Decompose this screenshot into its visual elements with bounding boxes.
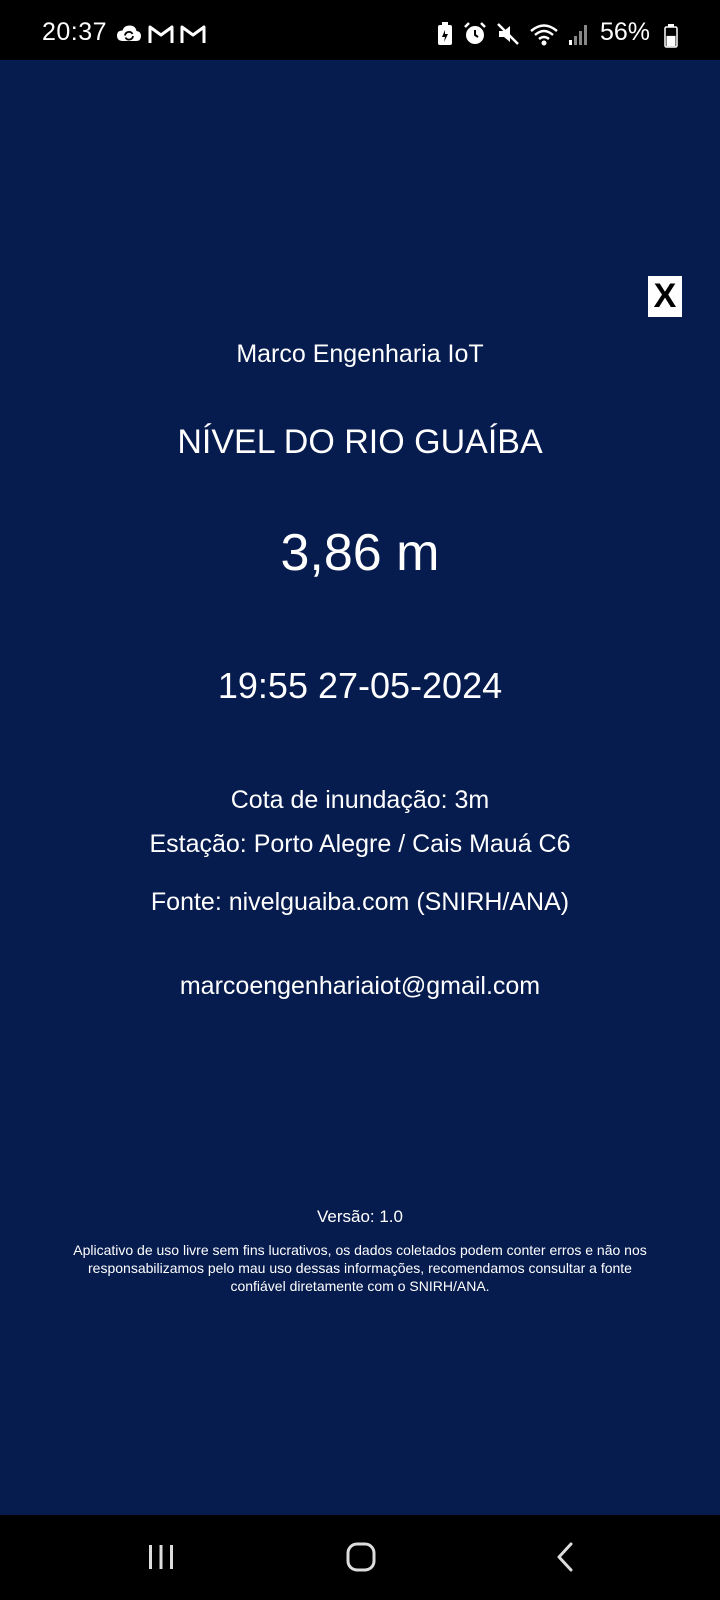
- home-button[interactable]: [331, 1537, 391, 1577]
- reading-datetime: 19:55 27-05-2024: [217, 665, 503, 706]
- recent-apps-button[interactable]: [131, 1537, 191, 1577]
- home-icon: [346, 1542, 376, 1572]
- status-notification-icons: [116, 24, 206, 44]
- signal-icon: [569, 25, 587, 45]
- battery-icon: [664, 24, 678, 48]
- battery-percent: 56%: [600, 18, 651, 46]
- contact-email-link[interactable]: marcoengenhariaiot@gmail.com: [0, 970, 720, 1002]
- status-time: 20:37: [42, 18, 108, 46]
- cloud-sync-icon: [117, 25, 141, 41]
- status-system-icons: [436, 22, 590, 46]
- main-panel: X Marco Engenharia IoT NÍVEL DO RIO GUAÍ…: [0, 60, 720, 1515]
- back-button[interactable]: [535, 1537, 595, 1577]
- mute-icon: [497, 23, 519, 45]
- close-button[interactable]: X: [648, 276, 682, 317]
- company-name: Marco Engenharia IoT: [236, 340, 484, 368]
- station-text: Estação: Porto Alegre / Cais Mauá C6: [149, 830, 571, 858]
- navigation-bar: [0, 1515, 720, 1600]
- status-bar: 20:37 56%: [0, 0, 720, 60]
- river-level-value: 3,86 m: [280, 524, 440, 582]
- page-title: NÍVEL DO RIO GUAÍBA: [177, 423, 543, 461]
- back-icon: [557, 1542, 573, 1572]
- gmail-icon: [180, 25, 206, 43]
- recent-apps-icon: [149, 1545, 173, 1569]
- app-screen: 20:37 56% X Marco Engenharia IoT NÍVEL D…: [0, 0, 720, 1600]
- disclaimer-text: Aplicativo de uso livre sem fins lucrati…: [73, 1242, 647, 1294]
- version-text: Versão: 1.0: [316, 1207, 403, 1226]
- battery-saver-icon: [438, 22, 452, 45]
- wifi-icon: [530, 24, 558, 46]
- gmail-icon: [148, 25, 174, 43]
- source-text: Fonte: nivelguaiba.com (SNIRH/ANA): [150, 888, 570, 916]
- flood-level-text: Cota de inundação: 3m: [230, 786, 490, 814]
- alarm-icon: [464, 22, 486, 44]
